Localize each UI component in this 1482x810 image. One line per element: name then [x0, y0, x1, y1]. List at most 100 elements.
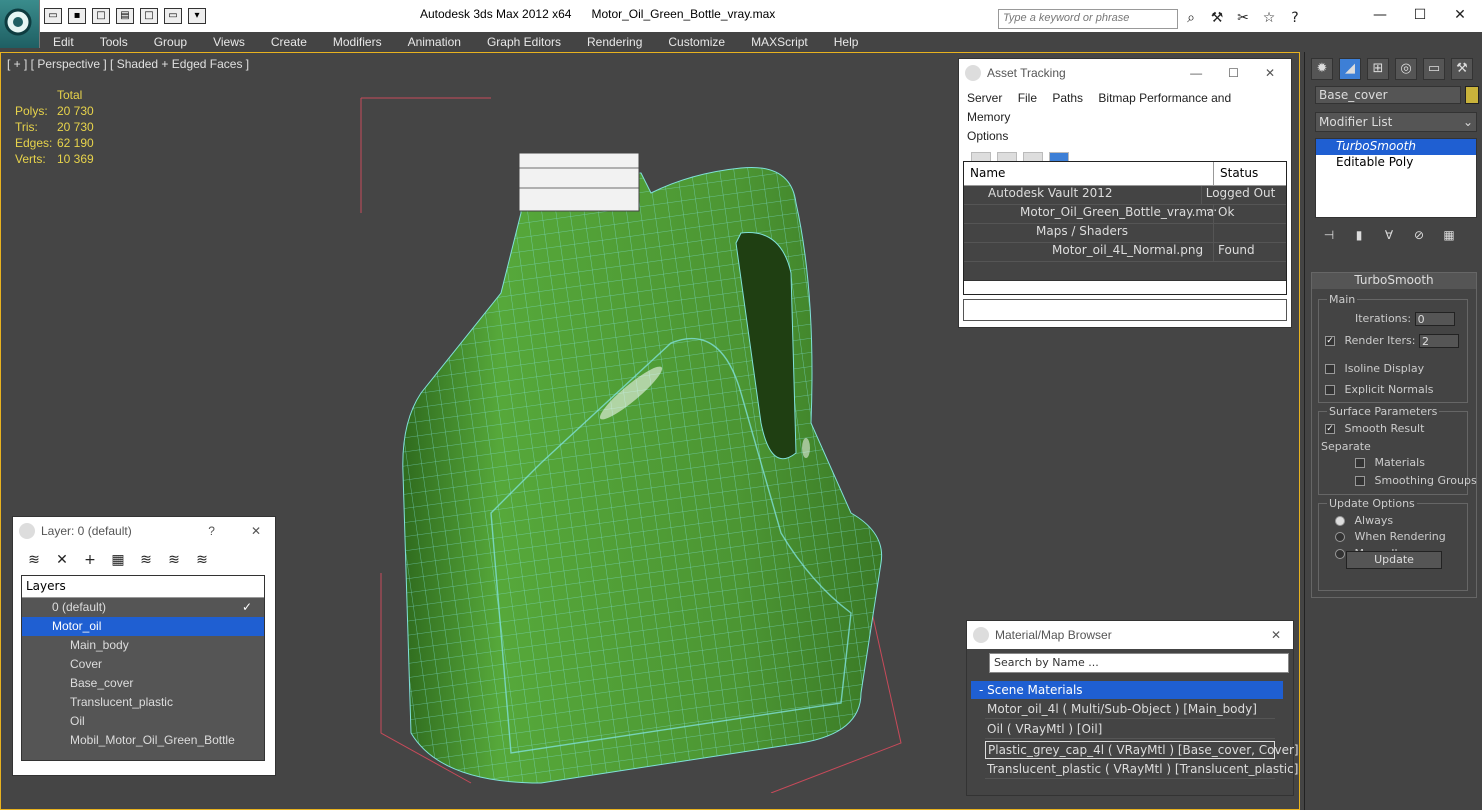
pin-stack-icon[interactable]: ⊣: [1321, 228, 1337, 244]
menu-options[interactable]: Options: [967, 129, 1008, 143]
star-icon[interactable]: ☆: [1260, 9, 1278, 27]
binoculars-icon[interactable]: ⌕: [1182, 9, 1200, 27]
list-item[interactable]: Mobil_Motor_Oil_Green_Bottle: [22, 731, 264, 750]
hide-all-icon[interactable]: ≋: [165, 551, 183, 569]
freeze-all-icon[interactable]: ≋: [193, 551, 211, 569]
menu-group[interactable]: Group: [141, 35, 200, 49]
new-scene-icon[interactable]: □: [92, 8, 110, 24]
smoothing-groups-checkbox[interactable]: [1355, 476, 1365, 486]
close-icon[interactable]: ✕: [251, 524, 261, 538]
list-item[interactable]: Base_cover: [22, 674, 264, 693]
isoline-checkbox[interactable]: [1325, 364, 1335, 374]
dropdown-icon[interactable]: ▾: [188, 8, 206, 24]
list-item[interactable]: Cover: [22, 655, 264, 674]
menu-create[interactable]: Create: [258, 35, 320, 49]
help-icon[interactable]: ?: [208, 524, 215, 538]
list-item[interactable]: Plastic_grey_cap_4l ( VRayMtl ) [Base_co…: [985, 741, 1299, 759]
menu-graph-editors[interactable]: Graph Editors: [474, 35, 574, 49]
restore-button[interactable]: ☐: [1400, 6, 1440, 26]
delete-layer-icon[interactable]: ✕: [53, 551, 71, 569]
highlight-layer-icon[interactable]: ≋: [137, 551, 155, 569]
table-row[interactable]: Motor_oil_4L_Normal.png Found: [964, 243, 1286, 262]
render-iters-spinner[interactable]: 2: [1418, 334, 1459, 348]
motor-oil-bottle-model[interactable]: [341, 93, 921, 793]
list-item[interactable]: Translucent_plastic: [22, 693, 264, 712]
save-file-icon[interactable]: ▪: [68, 8, 86, 24]
app-logo-icon[interactable]: [0, 0, 40, 48]
stack-item-turbosmooth[interactable]: TurboSmooth: [1316, 139, 1476, 155]
configure-modifier-sets-icon[interactable]: ▦: [1441, 228, 1457, 244]
remove-modifier-icon[interactable]: ⊘: [1411, 228, 1427, 244]
restore-icon[interactable]: ☐: [1228, 66, 1239, 80]
menu-modifiers[interactable]: Modifiers: [320, 35, 395, 49]
object-color-swatch[interactable]: [1465, 86, 1479, 104]
new-layer-icon[interactable]: ≋: [25, 551, 43, 569]
minimize-icon[interactable]: —: [1190, 66, 1202, 80]
communication-icon[interactable]: ✂: [1234, 9, 1252, 27]
list-item[interactable]: Main_body: [22, 636, 264, 655]
column-status[interactable]: Status: [1214, 162, 1264, 185]
asset-path-field[interactable]: [963, 299, 1287, 321]
utilities-tab-icon[interactable]: ⚒: [1451, 58, 1473, 80]
object-name-field[interactable]: Base_cover: [1315, 86, 1461, 104]
table-row[interactable]: Autodesk Vault 2012 Logged Out ...: [964, 186, 1286, 214]
list-item[interactable]: Translucent_plastic ( VRayMtl ) [Translu…: [985, 761, 1298, 779]
list-item[interactable]: Oil: [22, 712, 264, 731]
menu-views[interactable]: Views: [200, 35, 258, 49]
manually-radio[interactable]: [1335, 549, 1345, 559]
menu-bitmap-performance[interactable]: Bitmap Performance and Memory: [967, 91, 1231, 124]
menu-maxscript[interactable]: MAXScript: [738, 35, 821, 49]
add-to-layer-icon[interactable]: +: [81, 551, 99, 569]
layer-item[interactable]: 0 (default) ✓: [22, 598, 264, 617]
minimize-button[interactable]: —: [1360, 6, 1400, 26]
material-search-input[interactable]: Search by Name ...: [989, 653, 1289, 673]
create-tab-icon[interactable]: ✹: [1311, 58, 1333, 80]
project-icon[interactable]: ▭: [164, 8, 182, 24]
current-layer-check-icon[interactable]: ✓: [242, 600, 252, 614]
explicit-normals-checkbox[interactable]: [1325, 385, 1335, 395]
rollout-title[interactable]: TurboSmooth: [1312, 273, 1476, 289]
column-name[interactable]: Name: [964, 162, 1214, 185]
render-iters-checkbox[interactable]: ✓: [1325, 336, 1335, 346]
menu-edit[interactable]: Edit: [40, 35, 87, 49]
menu-tools[interactable]: Tools: [87, 35, 141, 49]
scene-materials-group[interactable]: - Scene Materials: [971, 681, 1283, 699]
table-row[interactable]: Maps / Shaders: [964, 224, 1286, 243]
select-objects-icon[interactable]: ▦: [109, 551, 127, 569]
table-row[interactable]: Motor_Oil_Green_Bottle_vray.max Ok: [964, 205, 1286, 224]
menu-customize[interactable]: Customize: [655, 35, 738, 49]
stack-item-editable-poly[interactable]: Editable Poly: [1316, 155, 1476, 171]
viewport-label[interactable]: [ + ] [ Perspective ] [ Shaded + Edged F…: [7, 57, 249, 71]
modify-tab-icon[interactable]: ◢: [1339, 58, 1361, 80]
menu-file[interactable]: File: [1018, 91, 1037, 105]
help-icon[interactable]: ?: [1286, 9, 1304, 27]
horizontal-scrollbar[interactable]: [964, 280, 1286, 294]
menu-paths[interactable]: Paths: [1052, 91, 1083, 105]
layer-item[interactable]: Motor_oil: [22, 617, 264, 636]
make-unique-icon[interactable]: ∀: [1381, 228, 1397, 244]
menu-server[interactable]: Server: [967, 91, 1002, 105]
menu-help[interactable]: Help: [821, 35, 872, 49]
wrench-icon[interactable]: ⚒: [1208, 9, 1226, 27]
always-radio[interactable]: [1335, 516, 1345, 526]
list-item[interactable]: Motor_oil_4l ( Multi/Sub-Object ) [Main_…: [985, 701, 1275, 719]
fetch-icon[interactable]: □: [140, 8, 158, 24]
motion-tab-icon[interactable]: ◎: [1395, 58, 1417, 80]
list-item[interactable]: Oil ( VRayMtl ) [Oil]: [985, 721, 1275, 739]
hierarchy-tab-icon[interactable]: ⊞: [1367, 58, 1389, 80]
hold-icon[interactable]: ▤: [116, 8, 134, 24]
when-rendering-radio[interactable]: [1335, 532, 1345, 542]
smooth-result-checkbox[interactable]: ✓: [1325, 424, 1335, 434]
close-button[interactable]: ✕: [1440, 6, 1480, 26]
show-end-result-icon[interactable]: ▮: [1351, 228, 1367, 244]
menu-animation[interactable]: Animation: [395, 35, 474, 49]
iterations-spinner[interactable]: 0: [1414, 312, 1455, 326]
search-input[interactable]: Type a keyword or phrase: [998, 9, 1178, 29]
modifier-list-dropdown[interactable]: Modifier List ⌄: [1315, 112, 1477, 132]
close-icon[interactable]: ✕: [1265, 66, 1275, 80]
close-icon[interactable]: ✕: [1271, 628, 1293, 642]
update-button[interactable]: Update: [1346, 551, 1442, 569]
open-file-icon[interactable]: ▭: [44, 8, 62, 24]
menu-rendering[interactable]: Rendering: [574, 35, 655, 49]
display-tab-icon[interactable]: ▭: [1423, 58, 1445, 80]
